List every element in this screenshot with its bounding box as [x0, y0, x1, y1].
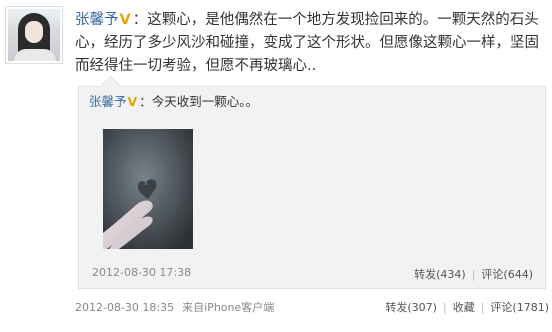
repost-timestamp[interactable]: 2012-08-30 17:38 — [92, 266, 191, 279]
avatar[interactable] — [5, 6, 63, 64]
post-meta: 2012-08-30 18:35 来自iPhone客户端 — [75, 299, 274, 315]
verified-badge-icon[interactable]: V — [120, 12, 131, 28]
post-actions: 转发(307) | 收藏 | 评论(1781) — [385, 299, 549, 315]
post-body: 张馨予V ：这颗心，是他偶然在一个地方发现捡回来的。一颗天然的石头心，经历了多少风… — [75, 9, 543, 78]
repost-comment-button[interactable]: 评论(644) — [481, 268, 533, 281]
post-timestamp[interactable]: 2012-08-30 18:35 — [75, 301, 174, 314]
avatar-face — [25, 21, 43, 43]
divider: | — [480, 301, 485, 314]
post-separator: ： — [132, 12, 148, 28]
repost-text: 今天收到一颗心。。 — [151, 94, 258, 109]
heart-stone-illustration — [103, 129, 193, 249]
repost-body: 张馨予V ：今天收到一颗心。。 — [89, 93, 258, 111]
repost-box: 张馨予V ：今天收到一颗心。。 2012-08-30 17:38 转发(434)… — [78, 75, 546, 289]
post-source[interactable]: 来自iPhone客户端 — [182, 301, 274, 314]
comment-button[interactable]: 评论(1781) — [490, 301, 549, 314]
repost-forward-button[interactable]: 转发(434) — [414, 268, 466, 281]
avatar-photo — [8, 9, 60, 61]
favorite-button[interactable]: 收藏 — [453, 301, 475, 314]
divider: | — [471, 268, 476, 281]
divider: | — [442, 301, 447, 314]
avatar-shoulders — [14, 49, 56, 61]
repost-username[interactable]: 张馨予 — [89, 94, 127, 109]
verified-badge-icon[interactable]: V — [128, 94, 138, 109]
repost-separator: ： — [139, 94, 152, 109]
post-username[interactable]: 张馨予 — [75, 12, 119, 28]
heart-stone-photo[interactable] — [103, 129, 193, 249]
forward-button[interactable]: 转发(307) — [385, 301, 437, 314]
repost-actions: 转发(434) | 评论(644) — [414, 266, 533, 282]
